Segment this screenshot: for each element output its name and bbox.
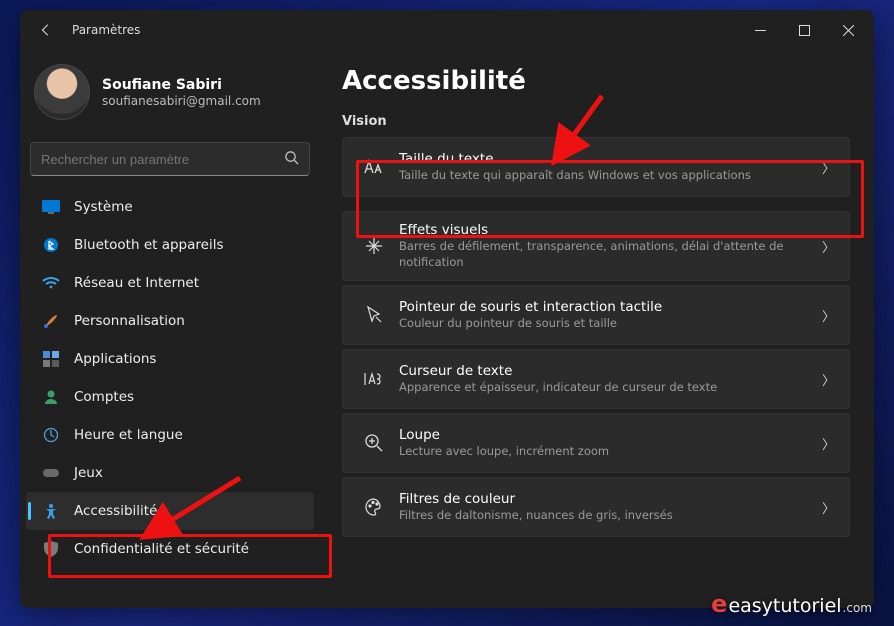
- section-label-vision: Vision: [342, 114, 850, 129]
- palette-icon: [357, 497, 391, 517]
- text-cursor-icon: [357, 371, 391, 387]
- chevron-right-icon: 〉: [822, 434, 835, 453]
- nav-list: Système Bluetooth et appareils Réseau et…: [24, 188, 316, 598]
- person-icon: [42, 388, 60, 406]
- avatar: [34, 64, 90, 120]
- sidebar-item-label: Personnalisation: [74, 313, 185, 329]
- chevron-right-icon: 〉: [822, 158, 835, 177]
- card-magnifier[interactable]: Loupe Lecture avec loupe, incrément zoom…: [342, 413, 850, 473]
- sparkle-icon: [357, 236, 391, 256]
- sidebar-item-label: Accessibilité: [74, 503, 157, 519]
- accessibility-icon: [42, 502, 60, 520]
- brush-icon: [42, 312, 60, 330]
- titlebar: Paramètres: [20, 10, 874, 50]
- card-title: Pointeur de souris et interaction tactil…: [399, 299, 822, 315]
- account-block[interactable]: Soufiane Sabiri soufianesabiri@gmail.com: [24, 60, 316, 138]
- gamepad-icon: [42, 464, 60, 482]
- card-title: Curseur de texte: [399, 363, 822, 379]
- sidebar-item-label: Jeux: [74, 465, 103, 481]
- card-desc: Apparence et épaisseur, indicateur de cu…: [399, 380, 822, 396]
- card-desc: Filtres de daltonisme, nuances de gris, …: [399, 508, 822, 524]
- chevron-right-icon: 〉: [822, 498, 835, 517]
- page-title: Accessibilité: [342, 66, 850, 96]
- apps-icon: [42, 350, 60, 368]
- sidebar-item-bluetooth[interactable]: Bluetooth et appareils: [26, 226, 314, 264]
- back-button[interactable]: [34, 23, 58, 37]
- card-visual-effects[interactable]: Effets visuels Barres de défilement, tra…: [342, 211, 850, 281]
- maximize-button[interactable]: [782, 15, 826, 45]
- sidebar-item-label: Applications: [74, 351, 156, 367]
- account-email: soufianesabiri@gmail.com: [102, 94, 261, 108]
- card-title: Loupe: [399, 427, 822, 443]
- search-input[interactable]: [41, 152, 284, 167]
- cursor-icon: [357, 305, 391, 325]
- sidebar-item-label: Heure et langue: [74, 427, 183, 443]
- bluetooth-icon: [42, 236, 60, 254]
- sidebar-item-apps[interactable]: Applications: [26, 340, 314, 378]
- sidebar-item-accessibility[interactable]: Accessibilité: [26, 492, 314, 530]
- sidebar-item-label: Système: [74, 199, 133, 215]
- watermark: eeasytutoriel.com: [711, 590, 872, 618]
- chevron-right-icon: 〉: [822, 237, 835, 256]
- card-title: Taille du texte: [399, 151, 822, 167]
- watermark-prefix: e: [711, 590, 727, 618]
- card-desc: Lecture avec loupe, incrément zoom: [399, 444, 822, 460]
- shield-icon: [42, 540, 60, 558]
- close-button[interactable]: [826, 15, 870, 45]
- sidebar-item-label: Bluetooth et appareils: [74, 237, 224, 253]
- settings-window: Paramètres Soufiane Sabiri soufianesabir…: [20, 10, 874, 608]
- sidebar-item-personalization[interactable]: Personnalisation: [26, 302, 314, 340]
- sidebar-item-label: Confidentialité et sécurité: [74, 541, 249, 557]
- card-desc: Barres de défilement, transparence, anim…: [399, 239, 822, 270]
- sidebar: Soufiane Sabiri soufianesabiri@gmail.com…: [20, 50, 320, 608]
- magnifier-plus-icon: [357, 433, 391, 453]
- card-text-size[interactable]: Taille du texte Taille du texte qui appa…: [342, 137, 850, 197]
- sidebar-item-label: Comptes: [74, 389, 134, 405]
- card-title: Filtres de couleur: [399, 491, 822, 507]
- sidebar-item-system[interactable]: Système: [26, 188, 314, 226]
- card-desc: Couleur du pointeur de souris et taille: [399, 316, 822, 332]
- watermark-domain: .com: [843, 601, 872, 615]
- sidebar-item-accounts[interactable]: Comptes: [26, 378, 314, 416]
- card-text-cursor[interactable]: Curseur de texte Apparence et épaisseur,…: [342, 349, 850, 409]
- card-title: Effets visuels: [399, 222, 822, 238]
- watermark-brand: easytutoriel: [728, 595, 841, 617]
- card-color-filters[interactable]: Filtres de couleur Filtres de daltonisme…: [342, 477, 850, 537]
- sidebar-item-gaming[interactable]: Jeux: [26, 454, 314, 492]
- sidebar-item-label: Réseau et Internet: [74, 275, 199, 291]
- card-mouse-pointer[interactable]: Pointeur de souris et interaction tactil…: [342, 285, 850, 345]
- minimize-button[interactable]: [738, 15, 782, 45]
- search-icon: [284, 150, 299, 169]
- card-desc: Taille du texte qui apparaît dans Window…: [399, 168, 822, 184]
- monitor-icon: [42, 198, 60, 216]
- chevron-right-icon: 〉: [822, 306, 835, 325]
- chevron-right-icon: 〉: [822, 370, 835, 389]
- sidebar-item-time-language[interactable]: Heure et langue: [26, 416, 314, 454]
- main-panel: Accessibilité Vision Taille du texte Tai…: [320, 50, 874, 608]
- account-name: Soufiane Sabiri: [102, 77, 261, 93]
- text-size-icon: [357, 158, 391, 176]
- window-title: Paramètres: [72, 23, 140, 37]
- sidebar-item-privacy[interactable]: Confidentialité et sécurité: [26, 530, 314, 568]
- search-box[interactable]: [30, 142, 310, 176]
- sidebar-item-network[interactable]: Réseau et Internet: [26, 264, 314, 302]
- wifi-icon: [42, 274, 60, 292]
- clock-globe-icon: [42, 426, 60, 444]
